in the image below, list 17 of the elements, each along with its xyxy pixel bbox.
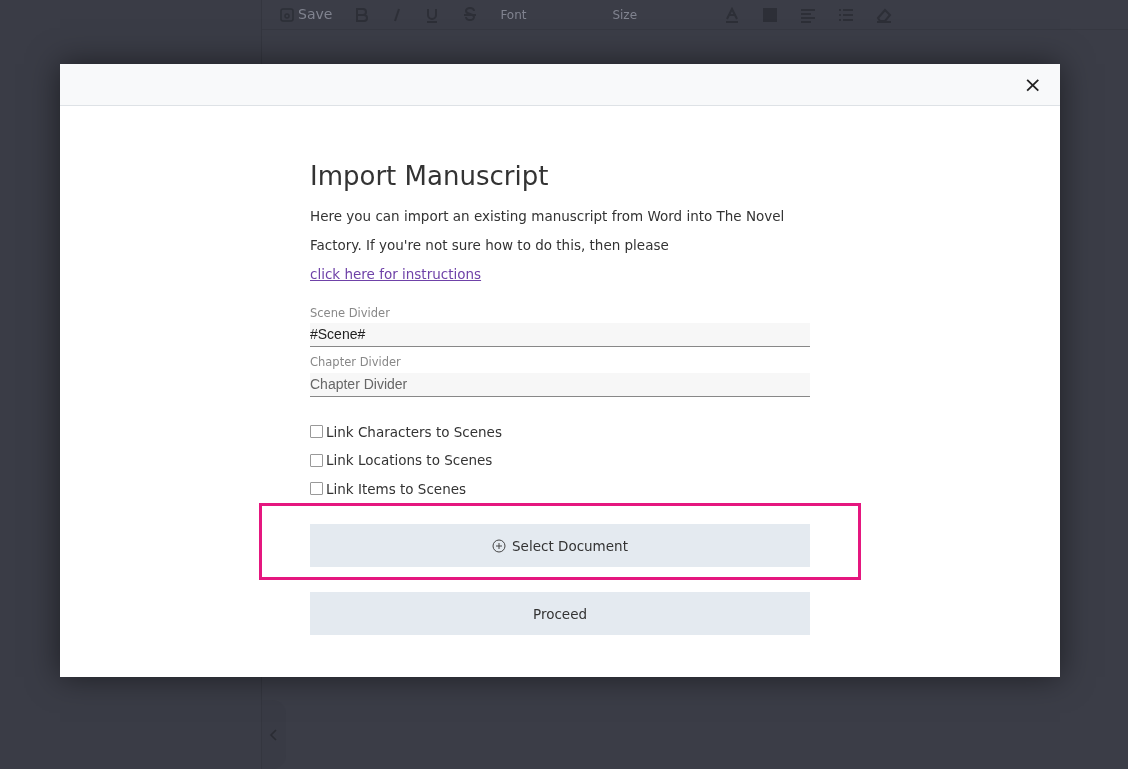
checkbox-label: Link Locations to Scenes: [326, 451, 493, 471]
text-field[interactable]: #Scene#: [310, 323, 810, 348]
checkbox-label: Link Items to Scenes: [326, 479, 467, 499]
checkbox[interactable]: [310, 453, 323, 467]
proceed-button[interactable]: Proceed: [310, 592, 810, 636]
close-button[interactable]: ×: [1019, 71, 1046, 98]
intro-paragraph: Here you can import an existing manuscript from Word into The Novel Factory. If you're not sure how to do this, then please click here for instructions: [310, 207, 786, 285]
checkbox-label: Link Characters to Scenes: [326, 422, 502, 442]
instructions-link[interactable]: click here for instructions: [310, 266, 482, 283]
checkbox[interactable]: [310, 425, 323, 439]
checkbox[interactable]: [310, 482, 323, 496]
select-document-button[interactable]: Select Document: [310, 524, 810, 568]
text-field[interactable]: Chapter Divider: [310, 372, 810, 397]
field-label: Chapter Divider: [310, 354, 402, 372]
plus-circle-icon: [492, 538, 507, 553]
dialog-title: Import Manuscript: [310, 161, 550, 193]
field-label: Scene Divider: [310, 305, 391, 323]
